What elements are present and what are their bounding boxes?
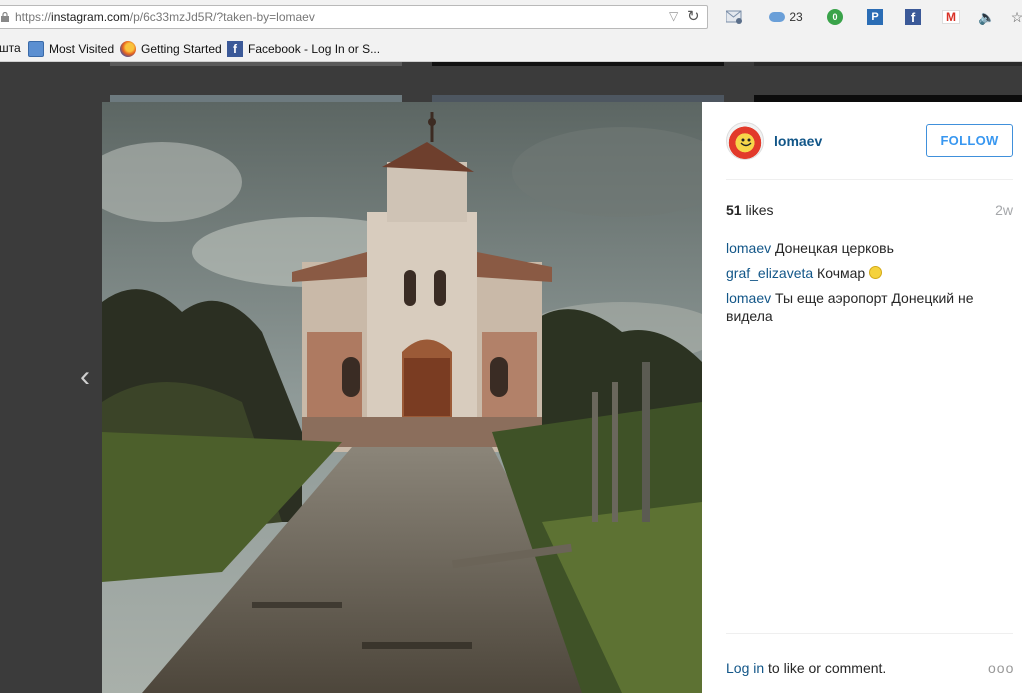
post-username[interactable]: lomaev: [774, 133, 822, 149]
likes-label: likes: [741, 202, 774, 218]
bookmark-facebook[interactable]: f Facebook - Log In or S...: [227, 41, 380, 57]
comment: lomaev Донецкая церковь: [726, 239, 1013, 257]
comment-user[interactable]: lomaev: [726, 290, 771, 306]
avatar[interactable]: [726, 122, 764, 160]
login-link[interactable]: Log in: [726, 660, 764, 676]
url-bar[interactable]: https://instagram.com/p/6c33mzJd5R/?take…: [0, 5, 708, 29]
firefox-icon: [120, 41, 136, 57]
comment-text: Донецкая церковь: [771, 240, 894, 256]
bookmark-getting-started[interactable]: Getting Started: [120, 41, 222, 57]
divider: [726, 633, 1013, 634]
facebook-icon: f: [905, 9, 921, 25]
url-path: /p/6c33mzJd5R/?taken-by=lomaev: [129, 10, 315, 24]
likes-number: 51: [726, 202, 742, 218]
reload-icon[interactable]: ↻: [687, 7, 700, 25]
comment: graf_elizaveta Кочмар: [726, 264, 1013, 282]
browser-toolbar: https://instagram.com/p/6c33mzJd5R/?take…: [0, 0, 1022, 34]
gmail-icon: M: [942, 10, 960, 24]
most-visited-icon: [28, 41, 44, 57]
comment: lomaev Ты еще аэропорт Донецкий не видел…: [726, 289, 1013, 325]
p-icon: P: [867, 9, 883, 25]
bookmark-most-visited[interactable]: Most Visited: [28, 41, 114, 57]
post-sidebar: lomaev FOLLOW 51 likes 2w lomaev Донецка…: [702, 102, 1022, 693]
comments-list: lomaev Донецкая церковь graf_elizaveta К…: [726, 239, 1013, 332]
follow-button[interactable]: FOLLOW: [926, 124, 1013, 157]
p-extension-button[interactable]: P: [867, 8, 883, 26]
login-rest: to like or comment.: [764, 660, 887, 676]
post-time[interactable]: 2w: [995, 202, 1013, 218]
url-prefix: https://: [15, 10, 52, 24]
counter-button[interactable]: 0: [826, 8, 844, 26]
bookmark-label: Most Visited: [49, 42, 115, 56]
post-photo[interactable]: [102, 102, 702, 693]
counter-icon: 0: [827, 9, 843, 25]
comment-text: Кочмар: [813, 265, 870, 281]
star-icon[interactable]: ☆: [1010, 8, 1022, 26]
bookmark-cut[interactable]: шта: [0, 41, 21, 55]
weather-temp: 23: [789, 10, 803, 24]
background-thumbnail: [432, 62, 724, 66]
bookmark-label: шта: [0, 41, 21, 55]
likes-count: 51 likes: [726, 202, 773, 218]
lock-icon: [1, 12, 9, 22]
background-thumbnail: [754, 62, 1022, 66]
bookmark-label: Getting Started: [141, 42, 222, 56]
previous-arrow-icon[interactable]: ‹: [80, 362, 90, 392]
comment-user[interactable]: graf_elizaveta: [726, 265, 813, 281]
bookmarks-bar: шта Most Visited Getting Started f Faceb…: [0, 34, 1022, 62]
gmail-button[interactable]: M: [942, 8, 960, 26]
more-options-icon[interactable]: ooo: [988, 660, 1014, 676]
cloud-icon: [769, 12, 786, 22]
login-prompt: Log in to like or comment.: [726, 660, 886, 676]
url-text[interactable]: https://instagram.com/p/6c33mzJd5R/?take…: [15, 10, 315, 24]
facebook-icon: f: [227, 41, 243, 57]
background-thumbnail: [110, 62, 402, 66]
facebook-button[interactable]: f: [905, 8, 921, 26]
bookmark-label: Facebook - Log In or S...: [248, 42, 381, 56]
speaker-icon[interactable]: 🔈: [978, 8, 996, 26]
divider: [726, 179, 1013, 180]
url-host: instagram.com: [51, 10, 130, 24]
mail-icon[interactable]: [725, 8, 743, 26]
weather-widget[interactable]: 23: [767, 8, 805, 26]
dropdown-icon[interactable]: ▽: [669, 9, 678, 23]
comment-user[interactable]: lomaev: [726, 240, 771, 256]
emoji-icon: [869, 266, 883, 279]
smiley-icon: [740, 138, 752, 147]
